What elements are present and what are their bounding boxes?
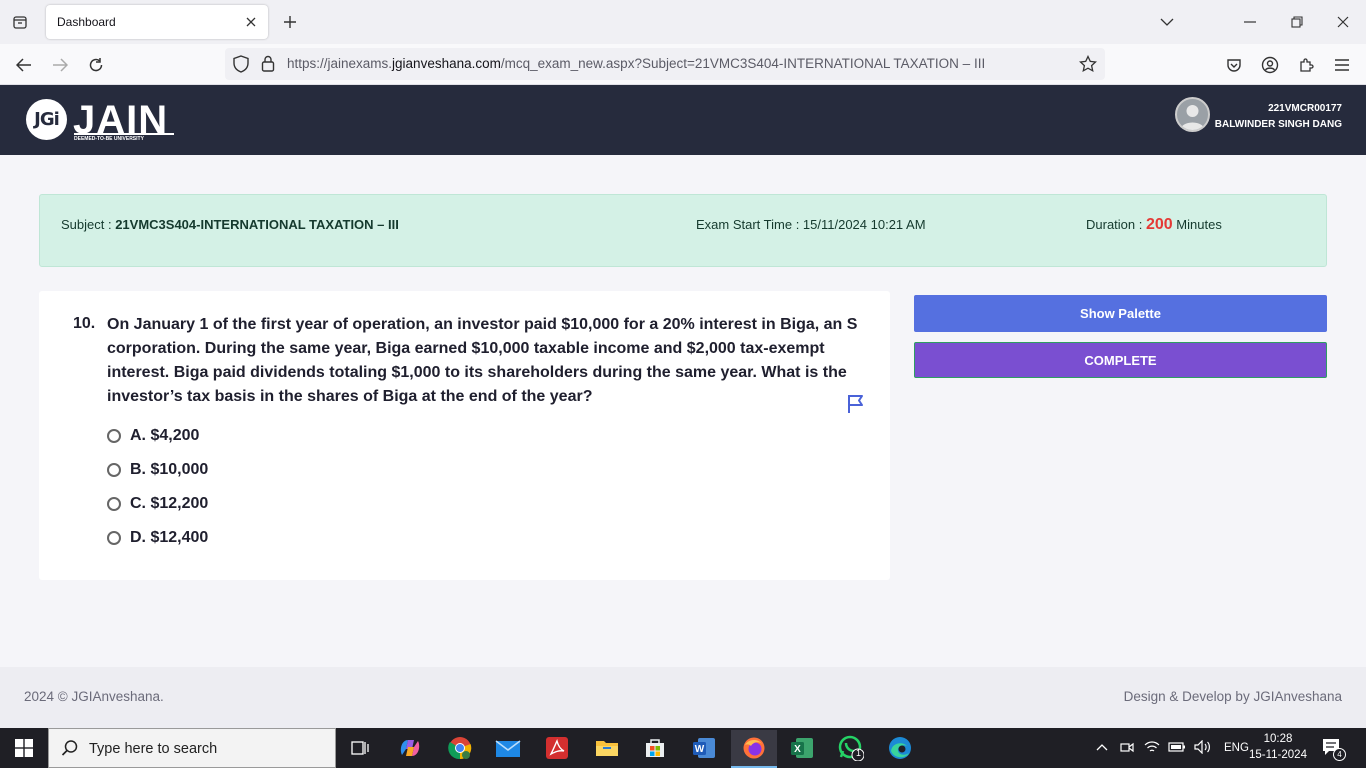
restore-icon[interactable] xyxy=(1287,12,1307,32)
option-label: A. $4,200 xyxy=(130,427,200,444)
copilot-icon[interactable] xyxy=(390,732,430,764)
windows-start-icon[interactable] xyxy=(0,728,48,768)
subject-info: Subject : 21VMC3S404-INTERNATIONAL TAXAT… xyxy=(61,217,399,232)
whatsapp-icon[interactable]: 1 xyxy=(831,732,871,764)
question-number: 10. xyxy=(73,315,96,332)
logo-mark: JGi xyxy=(26,99,67,140)
url-path: /mcq_exam_new.aspx?Subject=21VMC3S404-IN… xyxy=(500,56,986,71)
notification-icon[interactable]: 4 xyxy=(1322,737,1346,761)
extensions-icon[interactable] xyxy=(1294,53,1318,77)
firefox-icon[interactable] xyxy=(731,730,777,768)
windows-taskbar: Type here to search W X 1 ENG 10:28 15-1… xyxy=(0,728,1366,768)
svg-text:W: W xyxy=(695,744,705,755)
option-b[interactable]: B. $10,000 xyxy=(107,461,208,479)
meet-now-icon[interactable] xyxy=(1120,740,1134,757)
acrobat-icon[interactable] xyxy=(537,732,577,764)
reload-icon[interactable] xyxy=(84,53,108,77)
site-header: JGi JAIN DEEMED-TO-BE UNIVERSITY 221VMCR… xyxy=(0,85,1366,155)
tab-list-icon[interactable] xyxy=(8,10,32,34)
wifi-icon[interactable] xyxy=(1144,740,1160,757)
footer-credit: Design & Develop by JGIAnveshana xyxy=(1123,689,1342,704)
taskbar-clock[interactable]: 10:28 15-11-2024 xyxy=(1240,731,1316,763)
svg-text:X: X xyxy=(794,744,801,755)
excel-icon[interactable]: X xyxy=(782,732,822,764)
lock-icon[interactable] xyxy=(261,55,275,77)
option-label: C. $12,200 xyxy=(130,495,209,512)
battery-icon[interactable] xyxy=(1168,741,1186,756)
bookmark-star-icon[interactable] xyxy=(1079,54,1097,78)
flag-icon[interactable] xyxy=(845,393,867,415)
duration-value: 200 xyxy=(1145,216,1173,233)
avatar[interactable] xyxy=(1175,97,1210,132)
duration-label: Duration : xyxy=(1086,217,1146,232)
option-label: D. $12,400 xyxy=(130,529,209,546)
store-icon[interactable] xyxy=(635,732,675,764)
whatsapp-badge: 1 xyxy=(856,748,862,758)
notification-count: 4 xyxy=(1333,748,1346,761)
close-window-icon[interactable] xyxy=(1333,12,1353,32)
question-card: 10. On January 1 of the first year of op… xyxy=(39,291,890,580)
chrome-icon[interactable] xyxy=(440,732,480,764)
volume-icon[interactable] xyxy=(1194,739,1212,757)
back-arrow-icon[interactable] xyxy=(12,53,36,77)
duration-unit: Minutes xyxy=(1172,217,1222,232)
exam-start-value: 15/11/2024 10:21 AM xyxy=(802,217,926,232)
option-label: B. $10,000 xyxy=(130,461,209,478)
browser-tab-bar: Dashboard xyxy=(0,0,1366,44)
subject-label: Subject : xyxy=(61,217,116,232)
system-tray: ENG xyxy=(1090,728,1257,768)
new-tab-icon[interactable] xyxy=(280,12,300,32)
radio-button[interactable] xyxy=(107,497,121,511)
chevron-up-icon[interactable] xyxy=(1096,742,1108,754)
option-c[interactable]: C. $12,200 xyxy=(107,495,208,513)
menu-icon[interactable] xyxy=(1330,53,1354,77)
close-tab-icon[interactable] xyxy=(242,13,260,31)
subject-value: 21VMC3S404-INTERNATIONAL TAXATION – III xyxy=(115,217,399,232)
radio-button[interactable] xyxy=(107,429,121,443)
address-bar[interactable]: https://jainexams.jgianveshana.com/mcq_e… xyxy=(225,48,1105,80)
question-text: On January 1 of the first year of operat… xyxy=(107,316,858,405)
mail-icon[interactable] xyxy=(488,732,528,764)
user-name: BALWINDER SINGH DANG xyxy=(1214,119,1342,130)
url-domain: jgianveshana.com xyxy=(392,56,501,71)
duration-info: Duration : 200 Minutes xyxy=(1086,216,1222,234)
radio-button[interactable] xyxy=(107,531,121,545)
word-icon[interactable]: W xyxy=(684,732,724,764)
user-info: 221VMCR00177 BALWINDER SINGH DANG xyxy=(1215,101,1342,133)
file-explorer-icon[interactable] xyxy=(587,732,627,764)
minimize-icon[interactable] xyxy=(1240,12,1260,32)
exam-start-info: Exam Start Time : 15/11/2024 10:21 AM xyxy=(696,217,926,232)
clock-time: 10:28 xyxy=(1263,733,1293,745)
exam-start-label: Exam Start Time : xyxy=(696,217,803,232)
clock-date: 15-11-2024 xyxy=(1249,749,1307,761)
edge-icon[interactable] xyxy=(880,732,920,764)
search-placeholder: Type here to search xyxy=(89,741,218,757)
page-footer: 2024 © JGIAnveshana. Design & Develop by… xyxy=(0,667,1366,728)
pocket-icon[interactable] xyxy=(1222,53,1246,77)
user-id: 221VMCR00177 xyxy=(1268,103,1342,114)
search-icon xyxy=(61,739,79,762)
radio-button[interactable] xyxy=(107,463,121,477)
chevron-down-icon[interactable] xyxy=(1157,12,1177,32)
shield-icon[interactable] xyxy=(233,55,249,78)
show-palette-button[interactable]: Show Palette xyxy=(914,295,1327,332)
task-view-icon[interactable] xyxy=(340,732,380,764)
complete-button[interactable]: COMPLETE xyxy=(914,342,1327,378)
option-d[interactable]: D. $12,400 xyxy=(107,529,208,547)
taskbar-search-box[interactable]: Type here to search xyxy=(48,728,336,768)
url-prefix: https://jainexams. xyxy=(287,56,393,71)
option-a[interactable]: A. $4,200 xyxy=(107,427,199,445)
url-text: https://jainexams.jgianveshana.com/mcq_e… xyxy=(287,56,985,71)
browser-nav-bar: https://jainexams.jgianveshana.com/mcq_e… xyxy=(0,44,1366,85)
logo-subtext: DEEMED-TO-BE UNIVERSITY xyxy=(74,133,174,142)
exam-info-bar: Subject : 21VMC3S404-INTERNATIONAL TAXAT… xyxy=(39,194,1327,267)
account-icon[interactable] xyxy=(1258,53,1282,77)
browser-tab[interactable]: Dashboard xyxy=(46,5,268,39)
tab-title: Dashboard xyxy=(57,15,116,29)
forward-arrow-icon[interactable] xyxy=(48,53,72,77)
footer-copyright: 2024 © JGIAnveshana. xyxy=(24,689,164,704)
